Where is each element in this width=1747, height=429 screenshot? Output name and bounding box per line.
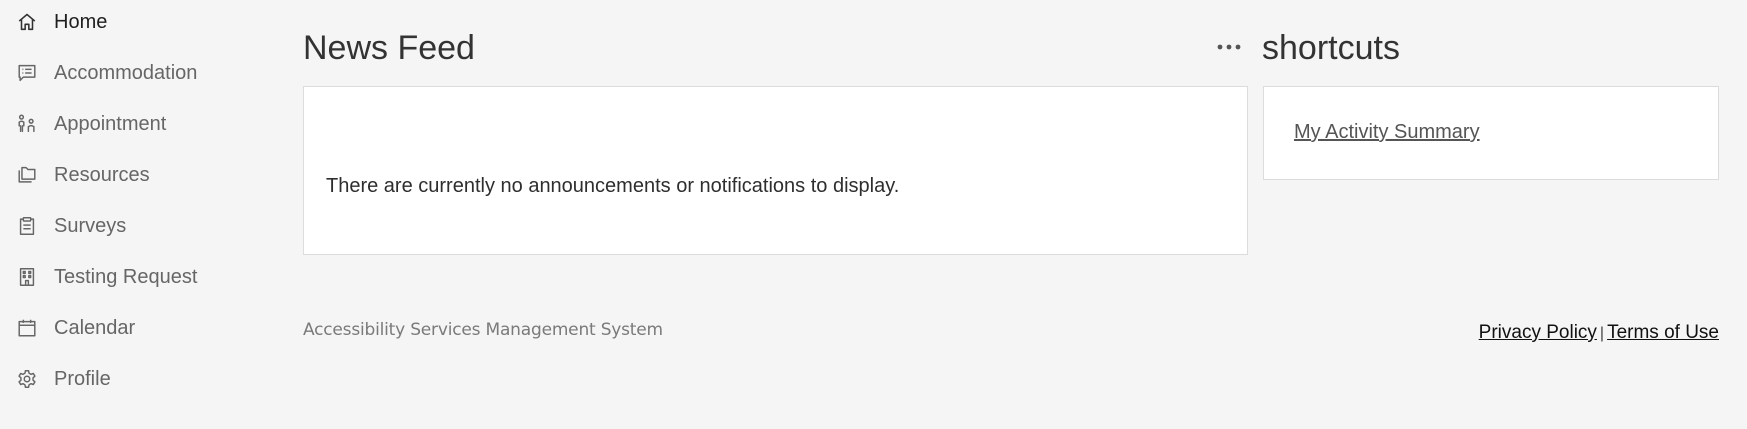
shortcut-link-activity-summary[interactable]: My Activity Summary (1294, 121, 1480, 144)
news-feed-title: News Feed (303, 29, 475, 67)
footer-brand: Accessibility Services Management System (303, 320, 663, 340)
sidebar-nav: Home Accommodation Appointment Resources… (0, 0, 280, 429)
sidebar-item-accommodation[interactable]: Accommodation (16, 58, 197, 88)
shortcuts-title: shortcuts (1262, 29, 1400, 67)
sidebar-item-surveys[interactable]: Surveys (16, 211, 126, 241)
sidebar-item-label: Accommodation (54, 62, 198, 84)
more-options-button[interactable] (1214, 36, 1244, 58)
sidebar-item-home[interactable]: Home (16, 7, 107, 37)
building-icon (16, 266, 38, 288)
sidebar-item-label: Home (54, 11, 108, 33)
calendar-icon (16, 317, 38, 339)
list-chat-icon (16, 62, 38, 84)
sidebar-item-testing-request[interactable]: Testing Request (16, 262, 197, 292)
sidebar-item-label: Surveys (54, 215, 127, 237)
sidebar-item-calendar[interactable]: Calendar (16, 313, 135, 343)
terms-of-use-link[interactable]: Terms of Use (1607, 322, 1719, 343)
privacy-policy-link[interactable]: Privacy Policy (1479, 322, 1597, 343)
sidebar-item-profile[interactable]: Profile (16, 364, 111, 394)
footer-links: Privacy Policy | Terms of Use (1479, 322, 1719, 344)
sidebar-item-label: Calendar (54, 317, 136, 339)
clipboard-icon (16, 215, 38, 237)
people-icon (16, 113, 38, 135)
more-horizontal-icon (1217, 44, 1241, 50)
gear-icon (16, 368, 38, 390)
sidebar-item-label: Appointment (54, 113, 167, 135)
sidebar-item-label: Resources (54, 164, 150, 186)
sidebar-item-appointment[interactable]: Appointment (16, 109, 166, 139)
page: Home Accommodation Appointment Resources… (0, 0, 1747, 429)
sidebar-item-resources[interactable]: Resources (16, 160, 150, 190)
home-icon (16, 11, 38, 33)
sidebar-item-label: Profile (54, 368, 111, 390)
folders-icon (16, 164, 38, 186)
news-empty-message: There are currently no announcements or … (326, 175, 900, 197)
sidebar-item-label: Testing Request (54, 266, 198, 288)
footer-separator: | (1599, 325, 1605, 342)
news-feed-card: There are currently no announcements or … (303, 86, 1248, 255)
shortcuts-card: My Activity Summary (1263, 86, 1719, 180)
